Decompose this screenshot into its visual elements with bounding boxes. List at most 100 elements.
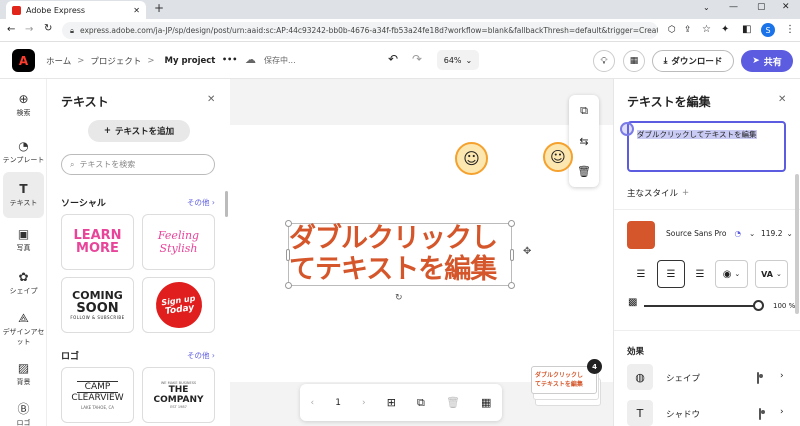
url-field[interactable]: 🔒︎ express.adobe.com/ja-JP/sp/design/pos… xyxy=(62,22,658,39)
see-more-logo-link[interactable]: その他 › xyxy=(187,350,215,361)
rail-item-search[interactable]: ⊕ 検索 xyxy=(0,82,47,128)
forward-icon[interactable]: → xyxy=(25,24,33,35)
calendar-button[interactable]: ▦ xyxy=(623,50,645,72)
duplicate-icon[interactable]: ⧉ xyxy=(580,104,588,118)
template-card-feeling-stylish[interactable]: Feeling Stylish xyxy=(142,214,215,270)
puzzle-icon[interactable]: ✦ xyxy=(721,24,729,35)
rail-item-templates[interactable]: ◔ テンプレート xyxy=(0,129,47,175)
text-effect-select[interactable]: ◉ ⌄ xyxy=(715,260,748,288)
text-color-swatch[interactable] xyxy=(627,221,655,249)
close-panel-icon[interactable]: ✕ xyxy=(207,94,215,105)
rail-item-backgrounds[interactable]: ▨ 背景 xyxy=(0,351,47,397)
prev-page-icon[interactable]: ‹ xyxy=(311,398,315,408)
duplicate-page-icon[interactable]: ⧉ xyxy=(417,396,425,410)
reload-icon[interactable]: ↻ xyxy=(44,23,52,34)
new-tab-button[interactable]: + xyxy=(154,1,164,15)
share-page-icon[interactable]: ⇪ xyxy=(684,25,692,35)
rail-item-photos[interactable]: ▣ 写真 xyxy=(0,217,47,263)
bookmark-icon[interactable]: ☆ xyxy=(702,24,711,35)
chevron-right-icon[interactable]: › xyxy=(780,407,784,417)
page-stack-thumbnail[interactable]: ダブルクリックし てテキストを編集 4 xyxy=(531,359,602,406)
zoom-value: 64% xyxy=(443,55,462,65)
main-style-header: 主なスタイル + xyxy=(627,187,689,199)
add-text-button[interactable]: + テキストを追加 xyxy=(88,120,190,142)
align-right-button[interactable]: ☰ xyxy=(689,263,711,285)
download-button[interactable]: ⤓ ダウンロード xyxy=(652,50,734,72)
selected-text-box[interactable]: ダブルクリックし てテキストを編集 xyxy=(285,220,515,289)
grid-view-icon[interactable]: ▦ xyxy=(481,396,491,409)
adobe-express-logo[interactable]: A xyxy=(12,49,35,72)
chevron-right-icon[interactable]: › xyxy=(780,371,784,381)
shape-effect-toggle[interactable] xyxy=(757,372,759,384)
project-name[interactable]: My project xyxy=(165,56,216,66)
close-tab-icon[interactable]: ✕ xyxy=(133,6,140,15)
shadow-effect-label: シャドウ xyxy=(666,410,701,420)
shadow-effect-toggle[interactable] xyxy=(759,408,761,420)
undo-icon[interactable]: ↶ xyxy=(388,52,398,66)
resize-handle[interactable] xyxy=(508,282,515,289)
rail-label: 写真 xyxy=(16,243,31,252)
divider xyxy=(614,330,800,331)
browser-tab[interactable]: Adobe Express ✕ xyxy=(6,1,146,19)
tab-search-icon[interactable]: ⌄ xyxy=(703,3,710,12)
align-center-button[interactable]: ☰ xyxy=(657,260,685,288)
close-panel-icon[interactable]: ✕ xyxy=(778,94,786,105)
font-family-select[interactable]: Source Sans Pro ◔ ⌄ xyxy=(666,229,755,238)
replace-icon[interactable]: ⇆ xyxy=(579,135,588,148)
rotate-icon[interactable]: ↻ xyxy=(395,293,403,303)
delete-page-icon[interactable]: 🗑︎ xyxy=(446,396,460,409)
move-icon[interactable]: ✥ xyxy=(523,246,531,257)
resize-handle[interactable] xyxy=(508,220,515,227)
character-sticker-image[interactable]: ☺ xyxy=(543,142,573,172)
redo-icon[interactable]: ↷ xyxy=(412,52,422,66)
text-content-field[interactable]: ダブルクリックしてテキストを編集 xyxy=(627,121,786,172)
text-panel: テキスト ✕ + テキストを追加 ⌕ テキストを検索 ソーシャル その他 › L… xyxy=(47,79,230,426)
template-card-sign-up[interactable]: Sign up Today xyxy=(142,277,215,333)
font-size-select[interactable]: 119.2 ⌄ xyxy=(761,229,793,238)
minimize-icon[interactable]: — xyxy=(729,2,738,12)
extensions-icon[interactable]: ⬡ xyxy=(668,25,676,35)
panel-scrollbar-thumb[interactable] xyxy=(795,174,799,314)
side-handle[interactable] xyxy=(510,249,514,261)
panel-title: テキストを編集 xyxy=(627,95,711,109)
maximize-icon[interactable]: ▢ xyxy=(757,2,766,12)
side-handle[interactable] xyxy=(286,249,290,261)
resize-handle[interactable] xyxy=(285,282,292,289)
sidebar-toggle-icon[interactable]: ◧ xyxy=(742,24,751,35)
zoom-select[interactable]: 64% ⌄ xyxy=(437,50,479,70)
profile-avatar[interactable]: S xyxy=(761,23,775,37)
scrollbar-thumb[interactable] xyxy=(225,191,228,217)
add-style-icon[interactable]: + xyxy=(682,188,689,198)
resize-handle[interactable] xyxy=(285,220,292,227)
character-sticker-image[interactable]: ☺ xyxy=(455,142,488,175)
rail-item-logo[interactable]: Ⓑ ロゴ xyxy=(0,392,47,426)
browser-menu-icon[interactable]: ⋮ xyxy=(785,24,795,35)
template-card-coming-soon[interactable]: COMING SOON FOLLOW & SUBSCRIBE xyxy=(61,277,134,333)
template-card-learn-more[interactable]: LEARN MORE xyxy=(61,214,134,270)
text-icon: T xyxy=(19,181,28,196)
window-close-icon[interactable]: ✕ xyxy=(782,2,790,12)
breadcrumb-projects[interactable]: プロジェクト xyxy=(90,55,141,67)
template-card-company[interactable]: WE MAKE BUSINESS THE COMPANY EST 1987 xyxy=(142,367,215,423)
more-options-button[interactable]: ••• xyxy=(222,55,237,64)
card-text: Feeling xyxy=(157,229,200,242)
rail-item-shapes[interactable]: ✿ シェイプ xyxy=(0,260,47,306)
opacity-slider-thumb[interactable] xyxy=(753,300,764,311)
back-icon[interactable]: ← xyxy=(7,24,15,35)
rail-item-text[interactable]: T テキスト xyxy=(3,172,44,218)
share-button[interactable]: ➤ 共有 xyxy=(741,50,793,72)
add-page-icon[interactable]: ⊞ xyxy=(387,396,396,409)
align-left-button[interactable]: ☰ xyxy=(630,263,652,285)
opacity-slider-track[interactable] xyxy=(644,305,757,307)
delete-icon[interactable]: 🗑︎ xyxy=(577,165,591,178)
breadcrumb-home[interactable]: ホーム xyxy=(46,55,71,67)
logo-mark-icon: A xyxy=(18,53,29,68)
rail-item-design-assets[interactable]: ⟁ デザインアセット xyxy=(0,306,47,352)
next-page-icon[interactable]: › xyxy=(362,398,366,408)
template-card-camp[interactable]: CAMP CLEARVIEW LAKE TAHOE, CA xyxy=(61,367,134,423)
spacing-select[interactable]: VA ⌄ xyxy=(755,260,788,288)
see-more-social-link[interactable]: その他 › xyxy=(187,197,215,208)
lightbulb-button[interactable]: 💡︎ xyxy=(593,50,615,72)
text-search-input[interactable]: ⌕ テキストを検索 xyxy=(61,154,215,175)
card-text: SOON xyxy=(76,301,119,316)
